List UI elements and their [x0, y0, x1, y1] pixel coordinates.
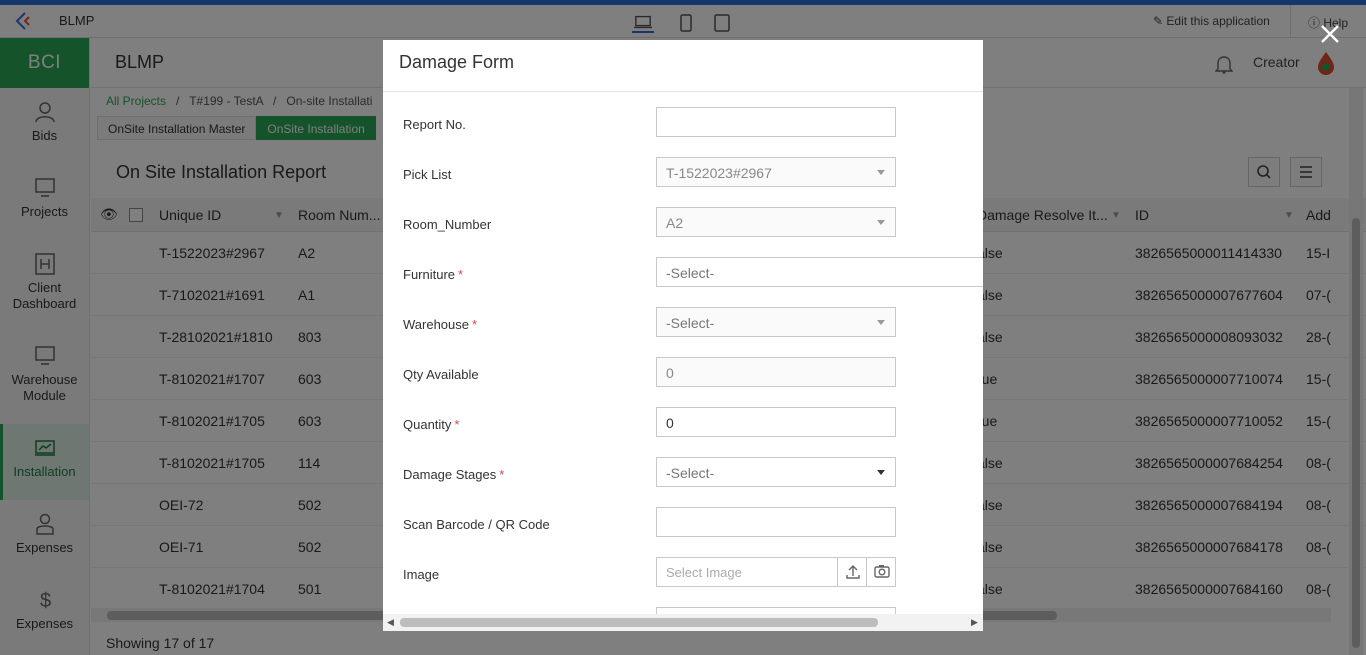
required-marker: * [454, 417, 460, 432]
required-marker: * [499, 467, 505, 482]
upload-button[interactable] [837, 558, 867, 586]
field-qty-available: Qty Available 0 [383, 357, 983, 407]
field-furniture: Furniture * -Select- [383, 257, 983, 307]
chevron-down-icon [877, 220, 885, 225]
field-damage-stages: Damage Stages * -Select- [383, 457, 983, 507]
scroll-left-icon[interactable]: ◀ [387, 617, 394, 628]
camera-button[interactable] [866, 558, 896, 586]
scrollbar-thumb[interactable] [400, 618, 878, 627]
pick-list-select[interactable]: T-1522023#2967 [656, 157, 896, 187]
chevron-down-icon [877, 170, 885, 175]
field-report-no: Report No. [383, 107, 983, 157]
camera-icon [874, 565, 890, 578]
field-warehouse: Warehouse * -Select- [383, 307, 983, 357]
field-scan-barcode: Scan Barcode / QR Code [383, 507, 983, 557]
quantity-input[interactable]: 0 [656, 407, 896, 437]
scroll-right-icon[interactable]: ▶ [971, 617, 978, 628]
upload-icon [846, 565, 860, 579]
report-no-input[interactable] [656, 107, 896, 137]
dialog-title: Damage Form [399, 52, 515, 72]
field-pick-list: Pick List T-1522023#2967 [383, 157, 983, 207]
required-marker: * [472, 317, 478, 332]
required-marker: * [458, 267, 464, 282]
field-image: Image Select Image [383, 557, 983, 607]
qty-available-input: 0 [656, 357, 896, 387]
warehouse-select[interactable]: -Select- [656, 307, 896, 337]
image-upload-field[interactable]: Select Image [656, 557, 896, 587]
damage-stages-select[interactable]: -Select- [656, 457, 896, 487]
chevron-down-icon [877, 320, 885, 325]
field-room-number: Room_Number A2 [383, 207, 983, 257]
dialog-horizontal-scrollbar[interactable]: ◀ ▶ [383, 614, 983, 631]
close-icon[interactable] [1318, 22, 1342, 46]
scan-barcode-input[interactable] [656, 507, 896, 537]
chevron-down-icon [877, 470, 885, 475]
dialog-header: Damage Form [383, 40, 983, 92]
field-quantity: Quantity * 0 [383, 407, 983, 457]
furniture-select[interactable]: -Select- [656, 257, 983, 287]
room-number-select[interactable]: A2 [656, 207, 896, 237]
damage-form-dialog: Damage Form Report No. Pick List T-15220… [383, 40, 983, 631]
